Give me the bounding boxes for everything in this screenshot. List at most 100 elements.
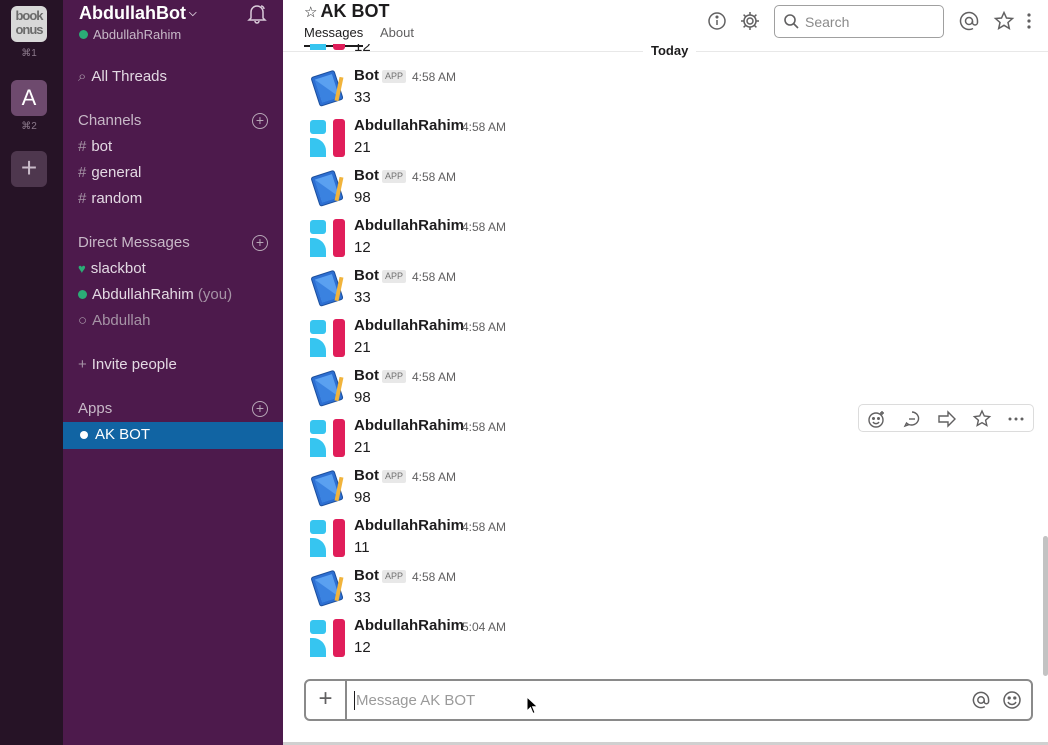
message-sender[interactable]: Bot xyxy=(354,467,379,484)
app-badge: APP xyxy=(382,70,407,83)
attach-button[interactable]: + xyxy=(306,681,347,719)
message-timestamp[interactable]: 4:58 AM xyxy=(412,170,456,184)
message-timestamp[interactable]: 4:58 AM xyxy=(412,570,456,584)
message-sender[interactable]: AbdullahRahim xyxy=(354,417,464,434)
threads-icon: ⌕ xyxy=(78,68,87,85)
workspace-bookonus[interactable]: book onus xyxy=(11,6,47,42)
message-item[interactable]: Bot APP 4:58 AM 33 xyxy=(283,563,1035,613)
mention-icon[interactable] xyxy=(971,690,991,710)
message-timestamp[interactable]: 4:58 AM xyxy=(412,470,456,484)
user-avatar-icon xyxy=(310,419,345,457)
message-item[interactable]: Bot APP 4:58 AM 33 xyxy=(283,63,1035,113)
message-sender[interactable]: AbdullahRahim xyxy=(354,517,464,534)
add-dm-icon[interactable]: + xyxy=(252,235,268,251)
scrollbar-thumb[interactable] xyxy=(1043,536,1048,676)
app-label: AK BOT xyxy=(95,426,151,443)
channel-label: general xyxy=(91,164,142,181)
sidebar-item-self[interactable]: AbdullahRahim (you) xyxy=(78,286,232,303)
bot-avatar-icon xyxy=(311,270,344,307)
starred-icon[interactable] xyxy=(993,10,1015,32)
message-timestamp[interactable]: 4:58 AM xyxy=(462,320,506,334)
message-item[interactable]: AbdullahRahim 5:04 AM 12 xyxy=(283,613,1035,663)
message-text: 21 xyxy=(354,339,371,356)
message-text: 98 xyxy=(354,389,371,406)
search-input[interactable]: Search xyxy=(774,5,944,38)
sidebar-item-all-threads[interactable]: ⌕ All Threads xyxy=(78,68,167,85)
bot-avatar-icon xyxy=(311,370,344,407)
search-icon xyxy=(784,14,799,29)
more-actions-icon[interactable] xyxy=(1006,409,1026,429)
message-item[interactable]: AbdullahRahim 4:58 AM 12 xyxy=(283,213,1035,263)
sidebar-item-random[interactable]: # random xyxy=(78,190,142,207)
message-text: 21 xyxy=(354,439,371,456)
apps-header[interactable]: Apps xyxy=(78,400,112,417)
message-sender[interactable]: Bot xyxy=(354,267,379,284)
star-icon[interactable] xyxy=(972,409,992,429)
message-timestamp[interactable]: 4:58 AM xyxy=(462,420,506,434)
user-avatar-icon xyxy=(310,219,345,257)
thread-icon[interactable] xyxy=(902,409,922,429)
sidebar-item-general[interactable]: # general xyxy=(78,164,141,181)
team-name[interactable]: AbdullahBot ⌵ xyxy=(79,3,197,24)
mouse-pointer-icon xyxy=(526,696,539,715)
user-avatar-icon xyxy=(310,44,345,50)
message-item[interactable]: Bot APP 4:58 AM 98 xyxy=(283,463,1035,513)
star-icon[interactable]: ☆ xyxy=(304,4,317,21)
message-sender[interactable]: Bot xyxy=(354,67,379,84)
message-sender[interactable]: Bot xyxy=(354,367,379,384)
emoji-icon[interactable] xyxy=(1002,690,1022,710)
add-workspace-button[interactable]: + xyxy=(11,151,47,187)
channel-title: ☆ AK BOT xyxy=(304,1,389,22)
message-sender[interactable]: Bot xyxy=(354,567,379,584)
message-item[interactable]: AbdullahRahim 4:58 AM 11 xyxy=(283,513,1035,563)
message-sender[interactable]: AbdullahRahim xyxy=(354,117,464,134)
gear-icon[interactable] xyxy=(739,10,761,32)
message-timestamp[interactable]: 5:04 AM xyxy=(462,620,506,634)
sidebar-item-abdullah[interactable]: ○ Abdullah xyxy=(78,312,150,329)
add-reaction-icon[interactable] xyxy=(867,409,887,429)
message-text: 98 xyxy=(354,489,371,506)
share-icon[interactable] xyxy=(937,409,957,429)
channel-label: random xyxy=(91,190,143,207)
channel-title-text: AK BOT xyxy=(320,1,390,21)
more-icon[interactable] xyxy=(1023,10,1035,32)
message-text: 12 xyxy=(354,639,371,656)
message-timestamp[interactable]: 4:58 AM xyxy=(462,520,506,534)
sidebar-item-slackbot[interactable]: ♥ slackbot xyxy=(78,260,146,277)
sidebar-item-ak-bot[interactable]: AK BOT xyxy=(63,422,283,449)
bot-avatar-icon xyxy=(311,470,344,507)
hash-icon: # xyxy=(78,190,87,207)
message-timestamp[interactable]: 4:58 AM xyxy=(462,120,506,134)
sidebar-item-bot[interactable]: # bot xyxy=(78,138,112,155)
info-icon[interactable] xyxy=(706,10,728,32)
message-item[interactable]: Bot APP 4:58 AM 98 xyxy=(283,163,1035,213)
dm-label: slackbot xyxy=(90,260,146,277)
message-item[interactable]: Bot APP 4:58 AM 33 xyxy=(283,263,1035,313)
message-timestamp[interactable]: 4:58 AM xyxy=(412,370,456,384)
channels-header[interactable]: Channels xyxy=(78,112,141,129)
message-sender[interactable]: AbdullahRahim xyxy=(354,617,464,634)
message-composer[interactable]: + Message AK BOT xyxy=(304,679,1033,721)
message-timestamp[interactable]: 4:58 AM xyxy=(462,220,506,234)
workspace-a[interactable]: A xyxy=(11,80,47,116)
mentions-icon[interactable] xyxy=(958,10,980,32)
tab-about[interactable]: About xyxy=(380,25,414,40)
tab-messages[interactable]: Messages xyxy=(304,25,364,47)
plus-icon: + xyxy=(78,356,87,373)
message-item[interactable]: AbdullahRahim 4:58 AM 21 xyxy=(283,313,1035,363)
user-avatar-icon xyxy=(310,519,345,557)
message-sender[interactable]: AbdullahRahim xyxy=(354,217,464,234)
add-app-icon[interactable]: + xyxy=(252,401,268,417)
message-timestamp[interactable]: 4:58 AM xyxy=(412,270,456,284)
message-item[interactable]: AbdullahRahim 4:58 AM 21 xyxy=(283,113,1035,163)
message-text: 98 xyxy=(354,189,371,206)
invite-people-link[interactable]: + Invite people xyxy=(78,356,177,373)
message-sender[interactable]: Bot xyxy=(354,167,379,184)
bell-icon[interactable] xyxy=(246,2,268,24)
message-input[interactable]: Message AK BOT xyxy=(356,692,475,709)
dm-header[interactable]: Direct Messages xyxy=(78,234,190,251)
current-user[interactable]: AbdullahRahim xyxy=(79,27,181,42)
add-channel-icon[interactable]: + xyxy=(252,113,268,129)
message-timestamp[interactable]: 4:58 AM xyxy=(412,70,456,84)
message-sender[interactable]: AbdullahRahim xyxy=(354,317,464,334)
